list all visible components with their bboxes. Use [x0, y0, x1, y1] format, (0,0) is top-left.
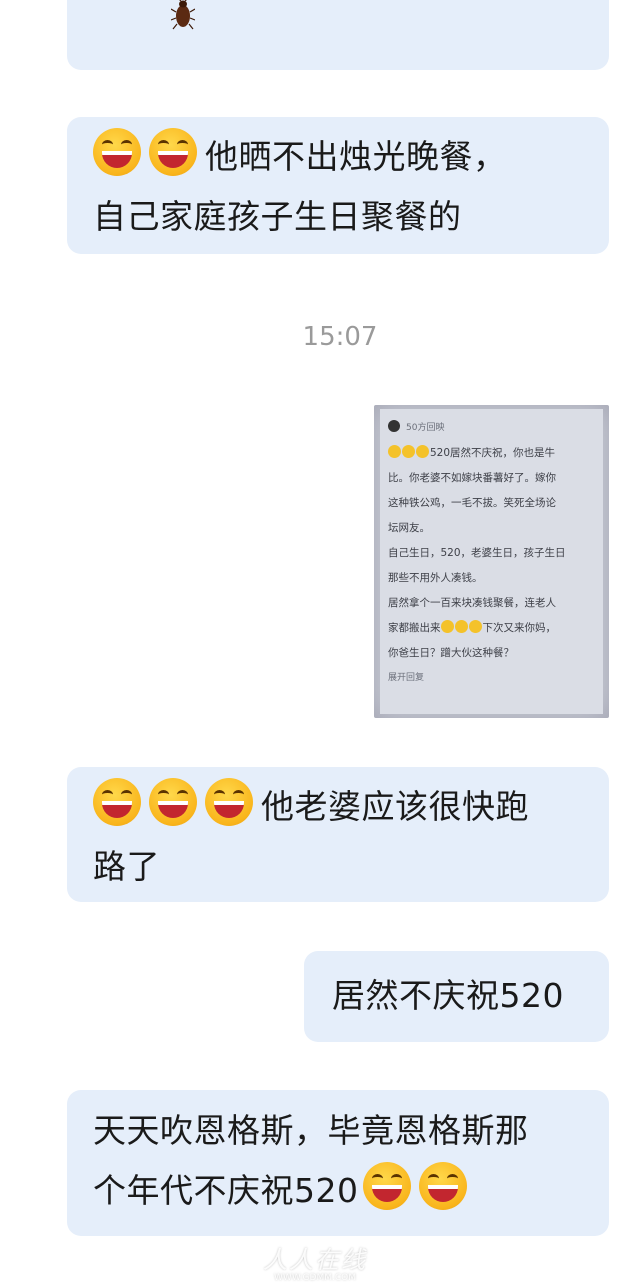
message-text: 自己家庭孩子生日聚餐的 — [93, 197, 462, 236]
message-bubble-incoming[interactable]: 天天吹恩格斯，毕竟恩格斯那 个年代不庆祝520 — [67, 1090, 609, 1236]
laughing-emoji-icon — [149, 778, 197, 826]
comment-line: 这种铁公鸡，一毛不拔。笑死全场论 — [388, 497, 556, 509]
smile-emoji-icon — [468, 620, 482, 633]
watermark-url: WWW.GDMM.COM — [274, 1273, 356, 1283]
message-text: 居然不庆祝520 — [332, 976, 564, 1015]
comment-line: 你爸生日？蹭大伙这种餐？ — [388, 647, 514, 659]
smile-emoji-icon — [388, 445, 401, 458]
smile-emoji-icon — [440, 620, 454, 633]
comment-line: 家都搬出来 下次又来你妈， — [388, 620, 556, 634]
laughing-emoji-icon — [93, 128, 141, 176]
message-bubble-incoming[interactable]: 他老婆应该很快跑 路了 — [67, 767, 609, 902]
message-text: 他晒不出烛光晚餐， — [205, 137, 507, 176]
laughing-emoji-icon — [93, 778, 141, 826]
comment-line: 520居然不庆祝，你也是牛 — [388, 442, 595, 465]
message-text: 路了 — [93, 847, 160, 886]
message-text: 他老婆应该很快跑 — [261, 787, 529, 826]
comment-line: 坛网友。 — [388, 522, 430, 534]
watermark-logo-text: 人人在线 — [263, 1246, 367, 1274]
message-text: 天天吹恩格斯，毕竟恩格斯那 — [93, 1111, 529, 1150]
cockroach-icon — [171, 0, 195, 30]
laughing-emoji-icon — [362, 1162, 411, 1210]
laughing-emoji-icon — [418, 1162, 467, 1210]
laughing-emoji-icon — [205, 778, 253, 826]
comment-footer: 展开回复 — [388, 673, 425, 683]
comment-header: 50方回映 — [388, 417, 595, 440]
laughing-emoji-icon — [149, 128, 197, 176]
smile-emoji-icon — [402, 445, 415, 458]
comment-line: 自己生日，520，老婆生日，孩子生日 — [388, 547, 566, 559]
avatar — [388, 420, 400, 432]
message-line: 他老婆应该很快跑 — [93, 777, 583, 837]
message-bubble-outgoing[interactable]: 居然不庆祝520 — [304, 951, 609, 1042]
comment-line: 比。你老婆不如嫁块番薯好了。嫁你 — [388, 472, 556, 484]
smile-emoji-icon — [416, 445, 429, 458]
message-text: 个年代不庆祝520 — [93, 1171, 359, 1210]
smile-emoji-icon — [454, 620, 468, 633]
comment-line: 居然拿个一百来块凑钱聚餐，连老人 — [388, 597, 556, 609]
comment-line: 那些不用外人凑钱。 — [388, 572, 483, 584]
message-bubble-cockroach[interactable] — [67, 0, 609, 70]
message-line: 个年代不庆祝520 — [93, 1161, 583, 1221]
image-message[interactable]: 50方回映 520居然不庆祝，你也是牛 比。你老婆不如嫁块番薯好了。嫁你 这种铁… — [374, 405, 609, 718]
message-bubble-incoming[interactable]: 他晒不出烛光晚餐， 自己家庭孩子生日聚餐的 — [67, 117, 609, 254]
message-line: 他晒不出烛光晚餐， — [93, 127, 583, 187]
timestamp: 15:07 — [302, 322, 378, 352]
watermark: 人人在线 WWW.GDMM.COM — [215, 1240, 415, 1283]
